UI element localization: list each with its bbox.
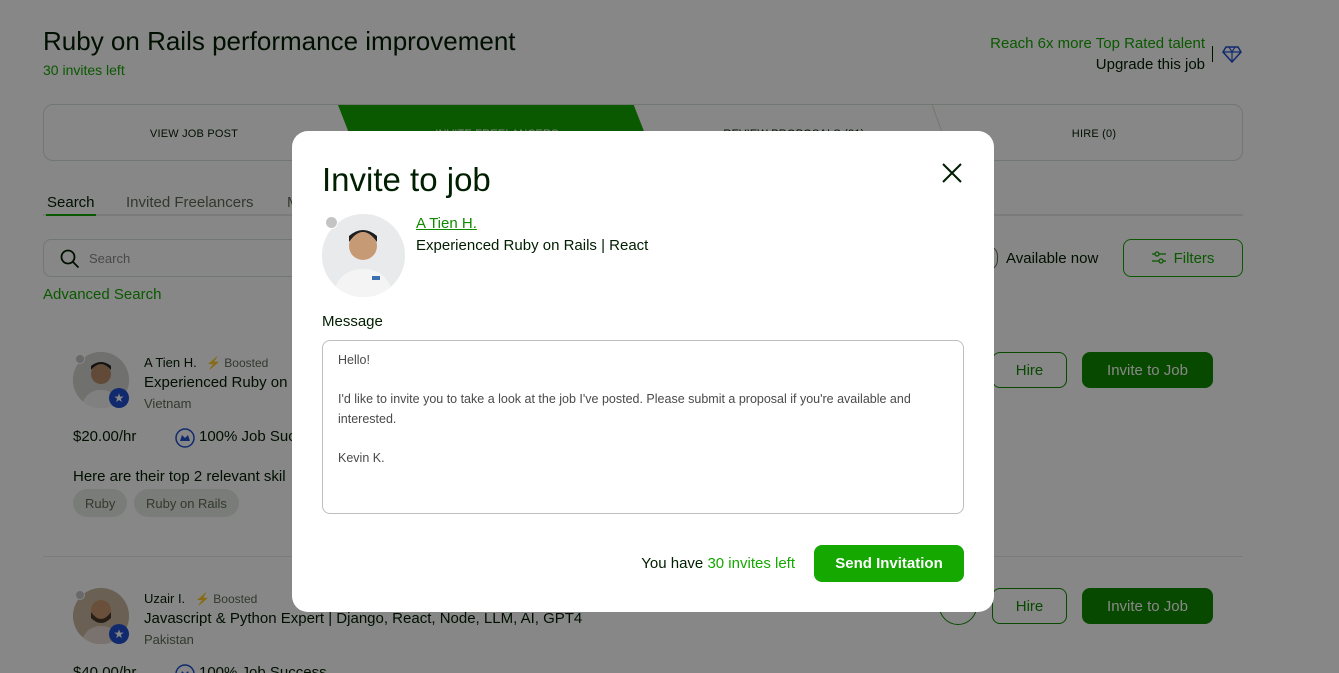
- modal-freelancer-headline: Experienced Ruby on Rails | React: [416, 237, 649, 254]
- status-dot: [325, 216, 338, 229]
- invite-modal: Invite to job A Tien H. Experienced Ruby…: [292, 131, 994, 612]
- modal-title: Invite to job: [322, 161, 491, 198]
- invites-remaining-text: You have 30 invites left: [641, 555, 795, 572]
- message-label: Message: [322, 313, 383, 330]
- message-textarea[interactable]: Hello! I'd like to invite you to take a …: [322, 340, 964, 514]
- you-have-label: You have: [641, 555, 704, 572]
- close-icon[interactable]: [940, 161, 964, 185]
- send-invitation-button[interactable]: Send Invitation: [814, 545, 964, 582]
- invites-left-count: 30 invites left: [707, 555, 795, 572]
- modal-footer: You have 30 invites left Send Invitation: [292, 545, 994, 583]
- modal-freelancer-name[interactable]: A Tien H.: [416, 215, 477, 232]
